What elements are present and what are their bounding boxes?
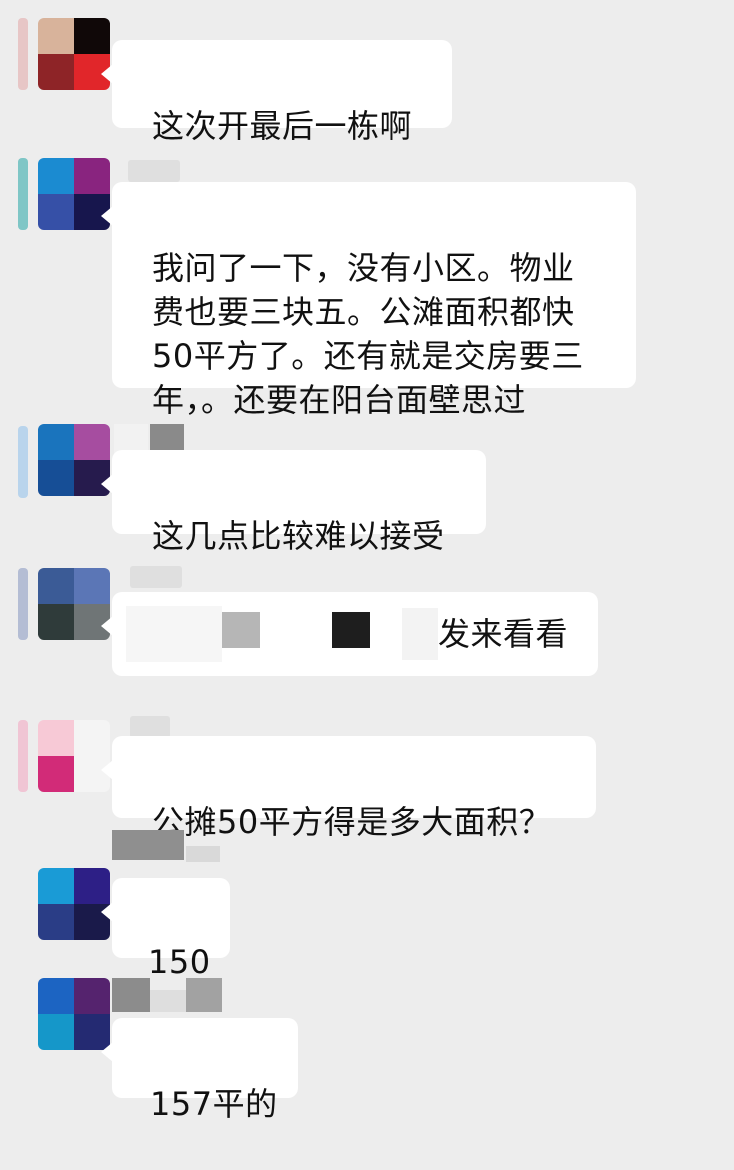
avatar-blur-edge <box>18 568 28 640</box>
sender-name-redacted <box>130 716 170 738</box>
message-text: 这次开最后一栋啊 <box>152 107 413 145</box>
avatar-pixel <box>38 18 74 54</box>
avatar-pixel <box>38 158 74 194</box>
avatar-pixel <box>38 54 74 90</box>
avatar[interactable] <box>38 720 110 792</box>
redacted-block <box>402 608 438 660</box>
avatar-pixel <box>74 424 110 460</box>
message-text: 我问了一下，没有小区。物业 费也要三块五。公滩面积都快 50平方了。还有就是交房… <box>152 249 584 419</box>
message-bubble[interactable]: 这几点比较难以接受 <box>101 450 486 555</box>
redacted-block <box>332 612 370 648</box>
avatar[interactable] <box>38 568 110 640</box>
avatar-pixel <box>38 868 74 904</box>
avatar-pixel <box>74 158 110 194</box>
sender-name-mosaic <box>186 978 222 1012</box>
redacted-block <box>126 606 222 662</box>
sender-name-mosaic <box>150 990 186 1012</box>
avatar-pixel <box>38 424 74 460</box>
avatar-pixel <box>38 904 74 940</box>
message-bubble[interactable]: 公摊50平方得是多大面积？ <box>101 736 596 841</box>
avatar-pixel <box>38 978 74 1014</box>
avatar-pixel <box>38 604 74 640</box>
message-bubble[interactable]: 我问了一下，没有小区。物业 费也要三块五。公滩面积都快 50平方了。还有就是交房… <box>101 182 636 419</box>
avatar[interactable] <box>38 158 110 230</box>
avatar-pixel <box>74 18 110 54</box>
sender-name-mosaic <box>186 846 220 862</box>
avatar-blur-edge <box>18 158 28 230</box>
redacted-block <box>222 612 260 648</box>
message-bubble[interactable]: 150 <box>101 878 230 981</box>
avatar-pixel <box>74 978 110 1014</box>
sender-name-redacted <box>130 566 182 588</box>
avatar[interactable] <box>38 18 110 90</box>
sender-name-mosaic <box>112 830 184 860</box>
message-text: 157平的 <box>150 1085 278 1123</box>
avatar-pixel <box>38 756 74 792</box>
avatar[interactable] <box>38 868 110 940</box>
sender-name-redacted <box>128 160 180 182</box>
message-text: 这几点比较难以接受 <box>152 517 445 555</box>
avatar-pixel <box>38 720 74 756</box>
avatar-pixel <box>38 568 74 604</box>
avatar-pixel <box>38 460 74 496</box>
avatar[interactable] <box>38 424 110 496</box>
message-bubble[interactable]: 这次开最后一栋啊 <box>101 40 452 145</box>
sender-name-mosaic <box>112 978 150 1012</box>
avatar-pixel <box>74 868 110 904</box>
avatar-pixel <box>74 720 110 756</box>
message-bubble[interactable]: 发来看看 <box>101 592 598 676</box>
avatar-pixel <box>38 194 74 230</box>
avatar-blur-edge <box>18 18 28 90</box>
avatar-pixel <box>38 1014 74 1050</box>
message-text: 公摊50平方得是多大面积？ <box>152 803 552 841</box>
avatar-blur-edge <box>18 426 28 498</box>
avatar[interactable] <box>38 978 110 1050</box>
message-text: 发来看看 <box>438 615 569 653</box>
avatar-pixel <box>74 568 110 604</box>
avatar-blur-edge <box>18 720 28 792</box>
message-bubble[interactable]: 157平的 <box>101 1018 298 1123</box>
